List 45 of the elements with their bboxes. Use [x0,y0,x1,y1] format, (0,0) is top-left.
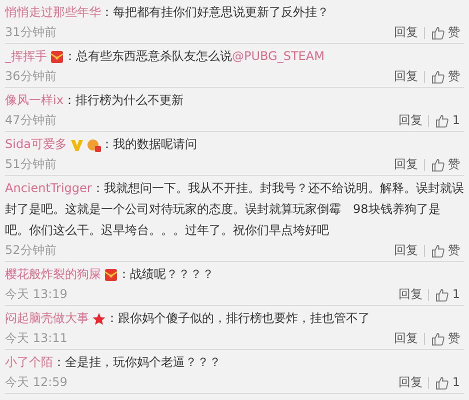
comment-text: _挥挥手 ：总有些东西恶意杀队友怎么说@PUBG_STEAM [5,46,464,67]
reply-link[interactable]: 回复 [394,241,418,260]
like-button[interactable]: 赞 [431,329,460,348]
timestamp: 47分钟前 [5,112,56,129]
timestamp: 今天 13:11 [5,330,68,347]
comment-text: ：我的数据呢请问 [100,137,197,151]
like-button[interactable]: 1 [435,373,460,392]
avatar-icon [86,138,101,152]
timestamp: 今天 12:59 [5,374,68,391]
thumbs-up-icon [431,70,445,84]
comment-text: ：每把都有挂你们好意思说更新了反外挂？ [101,5,329,19]
thumbs-up-icon [431,244,445,258]
like-button[interactable]: 赞 [431,67,460,86]
like-button[interactable]: 1 [435,285,460,304]
reply-link[interactable]: 回复 [394,329,418,348]
comment-text: 闷起脑壳做大事 ：跟你妈个傻子似的，排行榜也要炸，挂也管不了 [5,308,464,329]
thumbs-up-icon [435,288,450,302]
reply-link[interactable]: 回复 [398,285,422,304]
envelope-icon [50,50,64,64]
timestamp: 52分钟前 [5,242,56,259]
thumbs-up-icon [431,158,445,172]
timestamp: 51分钟前 [5,156,56,173]
comment-text: ：排行榜为什么不更新 [63,93,184,107]
timestamp: 36分钟前 [5,68,56,85]
thumbs-up-icon [435,114,450,128]
like-button[interactable]: 赞 [431,155,460,174]
reply-link[interactable]: 回复 [398,111,422,130]
comment-text: AncientTrigger：我就想问一下。我从不开挂。封我号？还不给说明。解释。误封就误封了是吧。这就是一个公司对待玩家的态度。误封就算玩家倒霉 98块钱养狗了是吧。你们这么干。迟早垮台。。。过年了。祝你们早点垮好吧 [5,178,464,241]
comment-text: ：战绩呢？？？？ [118,267,214,281]
v-badge-icon [70,138,84,152]
like-button[interactable]: 1 [435,111,460,130]
like-button[interactable]: 赞 [431,241,460,260]
thumbs-up-icon [431,332,445,346]
reply-link[interactable]: 回复 [398,373,422,392]
timestamp: 今天 13:19 [5,286,68,303]
envelope-icon [104,268,118,282]
timestamp: 31分钟前 [5,24,56,41]
thumbs-up-icon [431,26,445,40]
reply-link[interactable]: 回复 [394,23,418,42]
reply-link[interactable]: 回复 [394,67,418,86]
reply-link[interactable]: 回复 [394,155,418,174]
like-button[interactable]: 赞 [431,23,460,42]
comment-text: ：全是挂，玩你妈个老逼？？？ [53,355,221,369]
thumbs-up-icon [435,376,450,390]
star-icon [92,312,106,326]
